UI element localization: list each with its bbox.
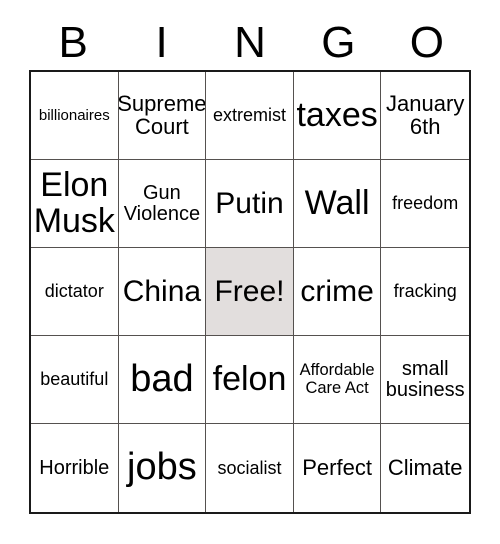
bingo-cell-label: crime	[300, 274, 374, 308]
bingo-cell-label: fracking	[393, 281, 457, 302]
bingo-cell-label: socialist	[217, 457, 282, 478]
bingo-header: B I N G O	[29, 16, 471, 70]
bingo-cell-label: Affordable Care Act	[299, 361, 375, 397]
bingo-cell[interactable]: small business	[381, 336, 469, 424]
bingo-cell[interactable]: Climate	[381, 424, 469, 512]
bingo-cell[interactable]: fracking	[381, 248, 469, 336]
bingo-cell-label: small business	[385, 357, 465, 401]
bingo-cell[interactable]: extremist	[206, 72, 294, 160]
bingo-cell[interactable]: Horrible	[31, 424, 119, 512]
bingo-cell-label: Supreme Court	[118, 90, 207, 139]
bingo-cell[interactable]: freedom	[381, 160, 469, 248]
bingo-cell-label: Climate	[387, 454, 463, 480]
bingo-cell-label: extremist	[212, 105, 286, 126]
bingo-cell-label: freedom	[392, 193, 459, 214]
bingo-cell-label: Elon Musk	[33, 166, 115, 240]
bingo-cell[interactable]: Elon Musk	[31, 160, 119, 248]
bingo-cell-label: Horrible	[39, 456, 110, 479]
bingo-cell[interactable]: Supreme Court	[118, 72, 207, 160]
bingo-header-letter-b: B	[58, 18, 88, 67]
bingo-header-letter-n: N	[234, 18, 266, 67]
bingo-cell-label: Putin	[215, 186, 284, 220]
bingo-cell-label: bad	[130, 357, 194, 400]
bingo-cell-label: jobs	[127, 446, 197, 489]
bingo-cell[interactable]: beautiful	[31, 336, 119, 424]
bingo-header-letter-o: O	[409, 18, 444, 67]
bingo-cell-free-space[interactable]: Free!	[206, 248, 294, 336]
bingo-cell-label: felon	[212, 359, 287, 398]
bingo-cell-label: Free!	[214, 274, 285, 308]
bingo-cell-label: dictator	[44, 281, 104, 302]
bingo-cell-label: Gun Violence	[123, 181, 201, 225]
bingo-header-letter-i: I	[155, 18, 168, 67]
bingo-cell[interactable]: Perfect	[293, 424, 382, 512]
bingo-cell[interactable]: socialist	[206, 424, 294, 512]
bingo-cell[interactable]: billionaires	[31, 72, 119, 160]
bingo-cell[interactable]: felon	[206, 336, 294, 424]
bingo-cell-label: beautiful	[40, 369, 109, 390]
bingo-cell[interactable]: bad	[118, 336, 207, 424]
bingo-cell[interactable]: jobs	[118, 424, 207, 512]
bingo-cell[interactable]: Wall	[293, 160, 382, 248]
bingo-cell[interactable]: Affordable Care Act	[293, 336, 382, 424]
bingo-cell[interactable]: January 6th	[381, 72, 469, 160]
bingo-cell[interactable]: taxes	[293, 72, 382, 160]
bingo-cell-label: January 6th	[386, 90, 465, 139]
bingo-grid: billionaires Supreme Court extremist taxes J…	[29, 70, 471, 514]
bingo-cell[interactable]: Putin	[206, 160, 294, 248]
bingo-cell-label: Wall	[304, 183, 370, 222]
bingo-cell-label: taxes	[296, 95, 378, 134]
bingo-card: B I N G O billionaires Supreme Court extre…	[0, 0, 500, 544]
bingo-cell-label: Perfect	[302, 454, 372, 480]
bingo-cell[interactable]: Gun Violence	[118, 160, 207, 248]
bingo-cell[interactable]: crime	[293, 248, 382, 336]
bingo-header-letter-g: G	[321, 18, 356, 67]
bingo-cell-label: China	[122, 274, 202, 308]
bingo-cell-label: billionaires	[38, 106, 110, 124]
bingo-cell[interactable]: China	[118, 248, 207, 336]
bingo-cell[interactable]: dictator	[31, 248, 119, 336]
